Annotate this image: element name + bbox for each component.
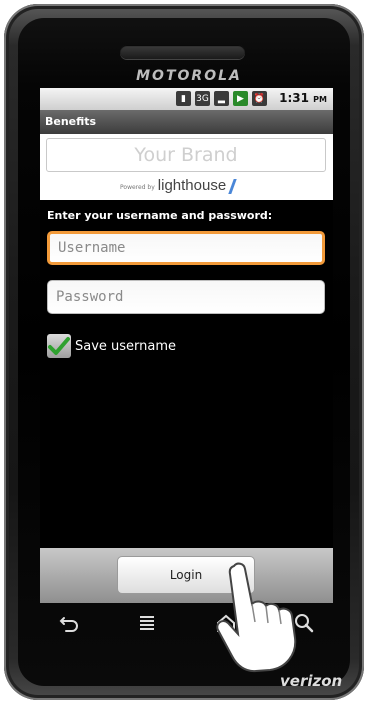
save-username-label: Save username bbox=[75, 338, 177, 354]
username-input[interactable] bbox=[47, 231, 325, 265]
app-title: Benefits bbox=[45, 115, 97, 128]
powered-by-brand: lighthouse bbox=[157, 177, 227, 194]
brand-placeholder: Your Brand bbox=[46, 138, 326, 172]
save-username-row[interactable]: Save username bbox=[47, 334, 176, 358]
pointing-hand-icon bbox=[216, 562, 297, 673]
save-username-checkbox[interactable] bbox=[47, 334, 71, 358]
status-icons: ▮ 3G ▂ ▶ ⏰ bbox=[176, 91, 267, 106]
device-maker-logo: MOTOROLA bbox=[136, 68, 242, 84]
alarm-icon: ⏰ bbox=[252, 91, 267, 106]
battery-icon: ▶ bbox=[233, 91, 248, 106]
phone-screen: ▮ 3G ▂ ▶ ⏰ 1:31 PM Benefits Your Brand P… bbox=[40, 88, 333, 603]
3g-icon: 3G bbox=[195, 91, 210, 106]
lighthouse-mark-icon bbox=[228, 179, 237, 194]
app-title-bar: Benefits bbox=[40, 110, 333, 134]
password-input[interactable] bbox=[47, 280, 325, 314]
brand-panel: Your Brand Powered by lighthouse bbox=[40, 134, 333, 200]
back-icon[interactable] bbox=[54, 608, 84, 638]
powered-by-text: Powered by bbox=[120, 184, 155, 191]
checkmark-icon bbox=[48, 337, 70, 355]
menu-icon[interactable] bbox=[132, 608, 162, 638]
sd-card-icon: ▮ bbox=[176, 91, 191, 106]
status-bar: ▮ 3G ▂ ▶ ⏰ 1:31 PM bbox=[40, 88, 333, 110]
earpiece-speaker bbox=[120, 45, 245, 59]
status-time: 1:31 PM bbox=[279, 91, 327, 105]
powered-by-logo: Powered by lighthouse bbox=[120, 177, 237, 194]
login-prompt: Enter your username and password: bbox=[47, 209, 273, 222]
signal-icon: ▂ bbox=[214, 91, 229, 106]
